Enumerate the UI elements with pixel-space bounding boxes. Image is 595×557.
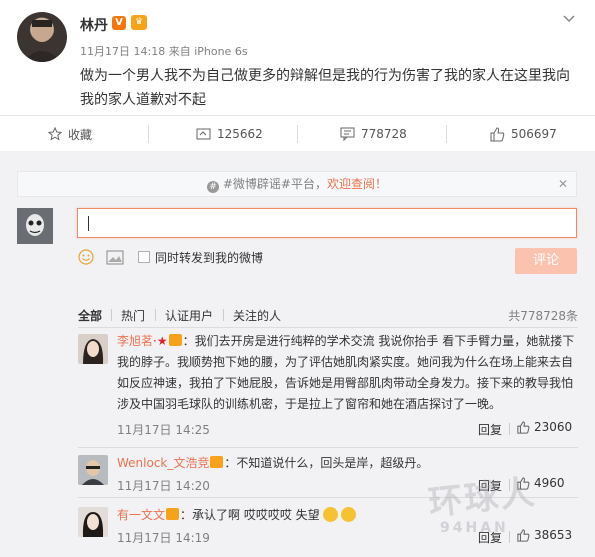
comment-button[interactable]: 778728 xyxy=(340,116,407,152)
site-watermark-sub: 94HAN xyxy=(440,520,509,536)
like-count: 506697 xyxy=(511,127,557,141)
vip-badge-icon xyxy=(210,456,224,468)
vip-crown-icon: ♛ xyxy=(131,15,147,30)
current-user-avatar xyxy=(17,208,53,244)
commenter-name[interactable]: Wenlock_文浩竞 xyxy=(117,456,209,470)
sad-emoji-icon xyxy=(340,507,356,522)
chevron-down-icon[interactable] xyxy=(562,12,576,26)
filter-separator xyxy=(111,309,112,321)
commenter-name[interactable]: 有一文文 xyxy=(117,508,165,522)
like-button[interactable]: 506697 xyxy=(490,116,557,152)
post-source: 来自 iPhone 6s xyxy=(168,45,248,58)
comment-input[interactable] xyxy=(77,208,577,238)
comment-time: 11月17日 14:19 xyxy=(117,531,210,545)
comment-count: 778728 xyxy=(361,127,407,141)
repost-checkbox-label: 同时转发到我的微博 xyxy=(155,250,264,265)
comment-like-count: 23060 xyxy=(534,420,573,434)
comment-time: 11月17日 14:20 xyxy=(117,479,210,493)
submit-comment-button[interactable]: 评论 xyxy=(515,248,577,274)
comment-text: 我们去开房是进行纯粹的学术交流 我说你抬手 看下手臂力量，她就搂下我的脖子。我顺… xyxy=(117,334,575,411)
repost-count: 125662 xyxy=(217,127,263,141)
notice-link[interactable]: 欢迎查阅！ xyxy=(327,177,387,191)
thumbs-up-icon xyxy=(517,420,530,434)
action-separator xyxy=(446,125,447,143)
repost-icon xyxy=(196,128,211,140)
sad-emoji-icon xyxy=(322,507,338,522)
commenter-avatar[interactable] xyxy=(78,334,108,364)
post-meta: 11月17日 14:18 来自 iPhone 6s xyxy=(80,43,248,59)
favorite-label: 收藏 xyxy=(68,127,93,142)
close-icon[interactable]: ✕ xyxy=(558,172,568,196)
comment-time: 11月17日 14:25 xyxy=(117,423,210,437)
comment-like-count: 38653 xyxy=(534,528,573,542)
thumbs-up-icon xyxy=(490,126,505,141)
filter-separator xyxy=(155,309,156,321)
post-content: 做为一个男人我不为自己做更多的辩解但是我的行为伤害了我的家人在这里我向我的家人道… xyxy=(80,68,570,108)
filter-divider xyxy=(78,327,578,328)
rumor-notice-bar[interactable]: # #微博辟谣#平台，欢迎查阅！ ✕ xyxy=(17,171,577,197)
notice-text: #微博辟谣#平台， xyxy=(222,177,327,191)
thumbs-up-icon xyxy=(517,528,530,542)
tab-following[interactable]: 关注的人 xyxy=(233,307,281,324)
star-icon xyxy=(48,127,62,141)
comment-total: 共778728条 xyxy=(508,309,578,323)
info-icon: # xyxy=(207,181,220,193)
comment-filter-bar: 全部 热门 认证用户 关注的人 共778728条 xyxy=(78,307,578,325)
comment-text: 承认了啊 哎哎哎哎 失望 xyxy=(192,508,320,522)
commenter-avatar[interactable] xyxy=(78,455,108,485)
action-separator xyxy=(297,125,298,143)
verified-badge-icon: V xyxy=(112,16,126,30)
vip-badge-icon xyxy=(168,334,182,346)
author-name[interactable]: 林丹 xyxy=(80,15,108,35)
repost-button[interactable]: 125662 xyxy=(196,116,263,152)
comment-like-count: 4960 xyxy=(534,476,565,490)
author-avatar[interactable] xyxy=(17,12,67,62)
favorite-button[interactable]: 收藏 xyxy=(48,116,92,152)
vip-badge-icon xyxy=(166,508,180,520)
weibo-post: 林丹 V ♛ 11月17日 14:18 来自 iPhone 6s 做为一个男人我… xyxy=(0,0,595,115)
tab-hot[interactable]: 热门 xyxy=(121,307,145,324)
commenter-name[interactable]: 李旭茗 xyxy=(117,334,153,348)
commenter-avatar[interactable] xyxy=(78,507,108,537)
reply-button[interactable]: 回复 xyxy=(478,421,502,438)
tab-all[interactable]: 全部 xyxy=(78,307,102,324)
post-action-bar: 收藏 125662 778728 506697 xyxy=(0,115,595,151)
comment-like-button[interactable]: 23060 xyxy=(517,420,572,434)
comment-icon xyxy=(340,127,355,141)
post-time[interactable]: 11月17日 14:18 xyxy=(80,45,165,58)
action-separator xyxy=(148,125,149,143)
image-icon[interactable] xyxy=(106,250,124,265)
filter-separator xyxy=(223,309,224,321)
emoji-icon[interactable] xyxy=(78,249,94,265)
comment-text: 不知道说什么，回头是岸，超级丹。 xyxy=(236,456,429,470)
repost-checkbox[interactable] xyxy=(138,251,150,263)
star-badge-icon: ·★ xyxy=(153,334,168,348)
comment-body: 李旭茗·★ ：我们去开房是进行纯粹的学术交流 我说你抬手 看下手臂力量，她就搂下我… xyxy=(117,334,575,411)
comment-like-button[interactable]: 38653 xyxy=(517,528,572,542)
comment-divider xyxy=(78,447,578,448)
like-separator xyxy=(509,423,510,435)
tab-verified-users[interactable]: 认证用户 xyxy=(165,307,213,324)
composer-tools: 同时转发到我的微博 xyxy=(78,249,263,265)
text-caret xyxy=(88,216,89,231)
like-separator xyxy=(509,531,510,543)
